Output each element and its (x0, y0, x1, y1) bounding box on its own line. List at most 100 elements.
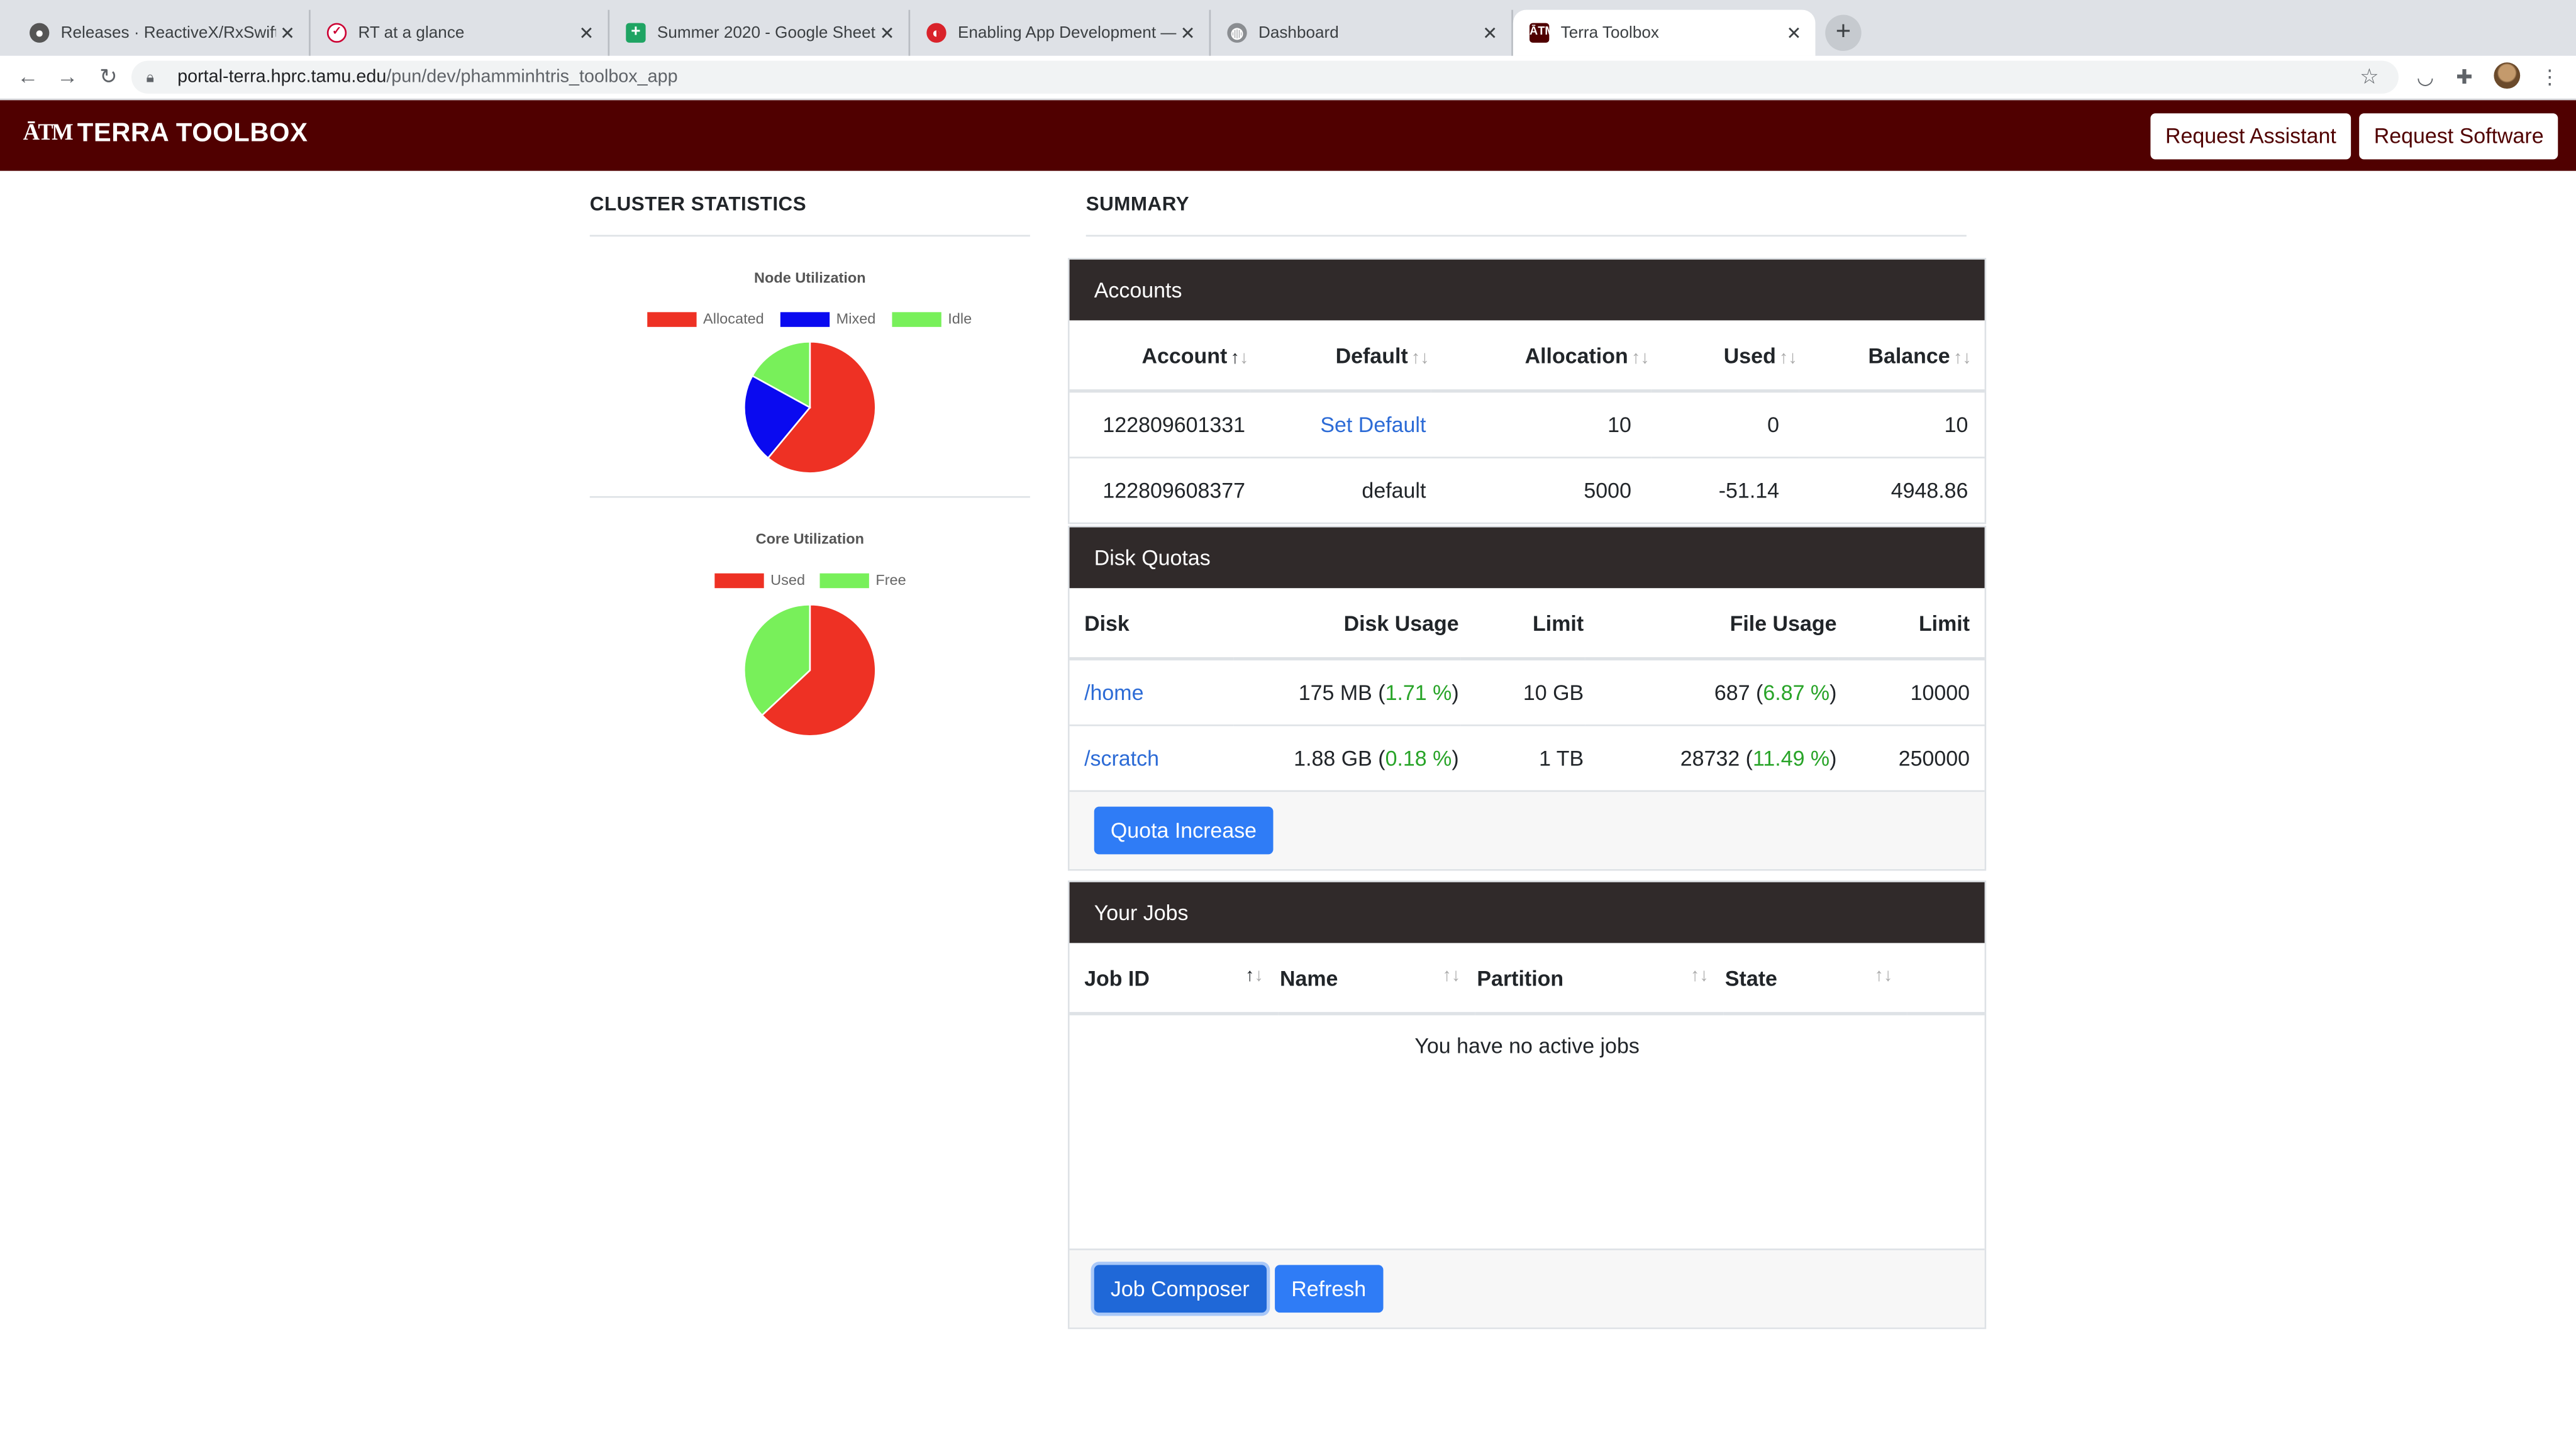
url-field[interactable]: 🔒︎ portal-terra.hprc.tamu.edu/pun/dev/ph… (131, 60, 2399, 94)
table-row: 122809601331 Set Default 10 0 10 (1069, 391, 1985, 458)
col-allocation[interactable]: Allocation ↑↓ (1431, 320, 1652, 393)
divider (589, 235, 1030, 237)
legend-used[interactable]: Used (714, 572, 805, 588)
app-navbar: ĀTM TERRA TOOLBOX Request Assistant Requ… (0, 100, 2576, 171)
set-default-link[interactable]: Set Default (1320, 413, 1426, 437)
core-chart-title: Core Utilization (755, 530, 865, 547)
quota-increase-button[interactable]: Quota Increase (1094, 806, 1274, 855)
file-usage-cell: 687 (6.87 %) (1585, 658, 1839, 726)
balance-value: 4948.86 (1890, 478, 1968, 503)
default-label: default (1362, 478, 1426, 503)
close-icon[interactable]: ✕ (276, 22, 299, 43)
github-icon: ● (30, 23, 50, 43)
summary-heading: SUMMARY (1085, 192, 1190, 216)
reload-icon[interactable]: ↻ (96, 64, 122, 91)
col-default[interactable]: Default ↑↓ (1250, 320, 1431, 393)
profile-avatar[interactable] (2494, 62, 2521, 89)
col-used[interactable]: Used ↑↓ (1651, 320, 1799, 393)
disk-quotas-panel-header: Disk Quotas (1069, 527, 1985, 589)
core-utilization-pie (743, 603, 877, 737)
divider (589, 496, 1030, 498)
legend-mixed[interactable]: Mixed (780, 311, 875, 327)
col-partition[interactable]: Partition ↑↓ (1475, 943, 1724, 1016)
col-name[interactable]: Name ↑↓ (1278, 943, 1475, 1016)
account-id: 122809608377 (1102, 478, 1246, 503)
col-disk: Disk (1069, 588, 1234, 661)
request-software-button[interactable]: Request Software (2359, 113, 2559, 160)
disk-quotas-panel: Disk Quotas Disk Disk Usage Limit File U… (1067, 525, 1987, 871)
accounts-table: Account ↑↓ Default ↑↓ Allocation ↑↓ Used ↑↓ … (1069, 320, 1985, 523)
browser-tab-bar: ● Releases · ReactiveX/RxSwift ✕ ✓ RT at… (0, 0, 2576, 56)
col-disk-usage: Disk Usage (1233, 588, 1461, 661)
close-icon[interactable]: ✕ (575, 22, 598, 43)
node-utilization-pie (743, 341, 877, 474)
browser-tab[interactable]: + Summer 2020 - Google Sheets ✕ (609, 9, 911, 56)
sort-icon[interactable]: ↑↓ (1411, 347, 1430, 367)
sheets-icon: + (626, 23, 646, 43)
table-header-row: Job ID ↑↓ Name ↑↓ Partition ↑↓ State ↑↓ (1069, 943, 1985, 1016)
col-job-id[interactable]: Job ID ↑↓ (1069, 943, 1279, 1016)
browser-tab[interactable]: ◐ Enabling App Development — ✕ (910, 9, 1211, 56)
jobs-panel-footer: Job Composer Refresh (1069, 1248, 1985, 1328)
app-brand[interactable]: TERRA TOOLBOX (77, 120, 308, 150)
node-chart-title: Node Utilization (754, 269, 866, 286)
globe-icon: ◍ (1227, 23, 1247, 43)
table-row: /home 175 MB (1.71 %) 10 GB 687 (6.87 %)… (1069, 658, 1985, 726)
disk-usage-cell: 175 MB (1.71 %) (1233, 658, 1461, 726)
red-logo-icon: ◐ (926, 23, 947, 43)
extensions-icon[interactable]: ✚ (2456, 65, 2472, 89)
close-icon[interactable]: ✕ (1782, 22, 1806, 43)
legend-free[interactable]: Free (819, 572, 906, 588)
sort-icon[interactable]: ↑↓ (1443, 965, 1461, 985)
legend-swatch (819, 572, 869, 587)
browser-tab[interactable]: ● Releases · ReactiveX/RxSwift ✕ (13, 9, 311, 56)
col-balance[interactable]: Balance ↑↓ (1799, 320, 1985, 393)
back-icon[interactable]: ← (15, 64, 42, 89)
refresh-button[interactable]: Refresh (1275, 1265, 1383, 1313)
url-host: portal-terra.hprc.tamu.edu (177, 67, 387, 87)
sort-asc-icon[interactable]: ↑↓ (1245, 965, 1263, 985)
bookmark-star-icon[interactable]: ☆ (2360, 61, 2379, 94)
sort-icon[interactable]: ↑↓ (1779, 347, 1797, 367)
browser-tab[interactable]: ◍ Dashboard ✕ (1211, 9, 1513, 56)
tamu-logo[interactable]: ĀTM (23, 121, 74, 148)
table-row: 122809608377 default 5000 -51.14 4948.86 (1070, 458, 1985, 523)
col-file-usage: File Usage (1585, 588, 1839, 661)
legend-allocated[interactable]: Allocated (647, 311, 764, 327)
col-state[interactable]: State ↑↓ (1723, 943, 1907, 1016)
accounts-panel-header: Accounts (1069, 259, 1985, 321)
close-icon[interactable]: ✕ (1176, 22, 1199, 43)
lock-icon: 🔒︎ (146, 69, 155, 86)
accounts-panel: Accounts Account ↑↓ Default ↑↓ Allocation ↑… (1067, 258, 1987, 525)
browser-tab-active[interactable]: ĀTM Terra Toolbox ✕ (1513, 9, 1816, 56)
disk-scratch-link[interactable]: /scratch (1084, 746, 1159, 770)
legend-swatch (780, 311, 830, 326)
pocket-icon[interactable]: ◡ (2417, 65, 2434, 89)
disk-quotas-table: Disk Disk Usage Limit File Usage Limit /… (1069, 588, 1985, 790)
disk-home-link[interactable]: /home (1084, 680, 1143, 704)
table-row: /scratch 1.88 GB (0.18 %) 1 TB 28732 (11… (1070, 725, 1985, 790)
col-account[interactable]: Account ↑↓ (1069, 320, 1250, 393)
file-usage-cell: 28732 (11.49 %) (1680, 745, 1837, 771)
request-assistant-button[interactable]: Request Assistant (2150, 113, 2351, 160)
close-icon[interactable]: ✕ (1479, 22, 1502, 43)
new-tab-button[interactable]: + (1825, 14, 1862, 51)
sort-icon[interactable]: ↑↓ (1875, 965, 1893, 985)
used-value: 0 (1651, 391, 1799, 458)
disk-limit: 1 TB (1539, 745, 1584, 771)
sort-icon[interactable]: ↑↓ (1631, 347, 1650, 367)
job-composer-button[interactable]: Job Composer (1094, 1265, 1266, 1313)
close-icon[interactable]: ✕ (875, 22, 899, 43)
disk-panel-footer: Quota Increase (1069, 790, 1985, 869)
sort-icon[interactable]: ↑↓ (1690, 965, 1709, 985)
menu-kebab-icon[interactable]: ⋮ (2540, 65, 2560, 89)
divider (1085, 235, 1967, 237)
used-value: -51.14 (1718, 478, 1780, 503)
legend-idle[interactable]: Idle (892, 311, 972, 327)
legend-swatch (892, 311, 941, 326)
browser-tab[interactable]: ✓ RT at a glance ✕ (311, 9, 610, 56)
forward-icon[interactable]: → (54, 64, 80, 89)
disk-usage-cell: 1.88 GB (0.18 %) (1294, 745, 1459, 771)
sort-asc-icon[interactable]: ↑↓ (1231, 347, 1249, 367)
sort-icon[interactable]: ↑↓ (1953, 347, 1972, 367)
